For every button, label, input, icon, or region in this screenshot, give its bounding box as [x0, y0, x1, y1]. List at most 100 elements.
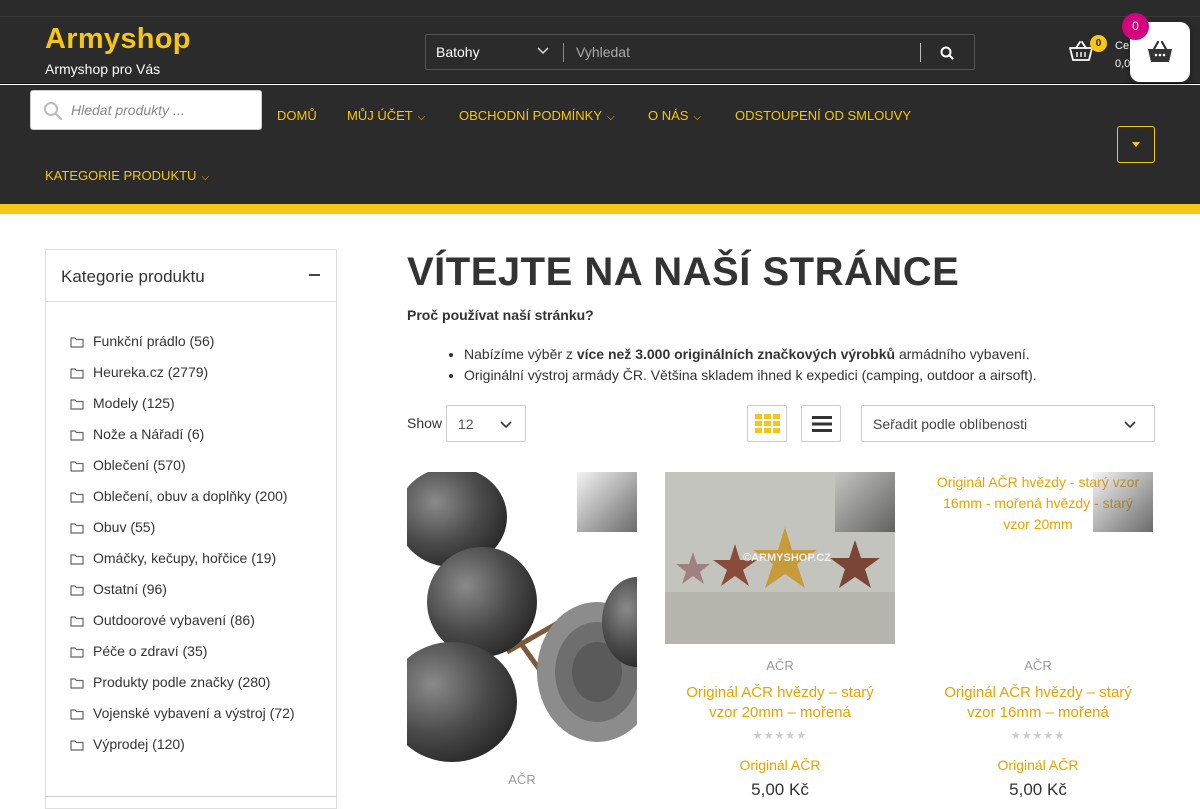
floating-cart-count: 0 [1122, 13, 1149, 40]
category-item[interactable]: Oblečení (570) [70, 457, 295, 488]
product-image[interactable]: Originál AČR hvězdy - starý vzor 16mm - … [923, 472, 1153, 644]
nav-item-about[interactable]: O NÁS ⌵ [648, 108, 701, 123]
bullet-text: Nabízíme výběr z [464, 346, 577, 362]
nav-item-label: DOMŮ [277, 108, 317, 123]
category-count: (125) [142, 395, 175, 411]
product-name[interactable]: Originál AČR hvězdy – starý vzor 20mm – … [665, 683, 895, 723]
grid-view-button[interactable] [747, 405, 787, 442]
nav-item-label: KATEGORIE PRODUKTU [45, 168, 197, 183]
product-brand[interactable]: AČR [665, 658, 895, 673]
folder-icon [70, 492, 84, 503]
product-search-box [30, 90, 262, 130]
folder-icon [70, 585, 84, 596]
page-title: VÍTEJTE NA NAŠÍ STRÁNCE [407, 250, 960, 294]
nav-item-label: MŮJ ÚČET [347, 108, 413, 123]
intro-question: Proč používat naší stránku? [407, 307, 594, 323]
site-logo[interactable]: Armyshop [45, 23, 191, 56]
search-icon[interactable] [934, 43, 960, 63]
category-count: (2779) [167, 364, 209, 380]
rating-stars: ★★★★★ [752, 730, 808, 742]
list-icon [812, 416, 832, 432]
header-search-bar: Batohy [425, 34, 975, 70]
category-item[interactable]: Omáčky, kečupy, hořčice (19) [70, 550, 295, 581]
nav-menu-toggle[interactable] [1117, 126, 1155, 163]
main-navigation: DOMŮ MŮJ ÚČET ⌵ OBCHODNÍ PODMÍNKY ⌵ O NÁS ⌵… [0, 85, 1200, 204]
bullet-bold-text: více než 3.000 originálních značkových v… [576, 346, 896, 362]
show-label: Show [407, 415, 443, 431]
intro-bullet: Nabízíme výběr z více než 3.000 originál… [464, 344, 1037, 365]
bullet-text: armádního vybavení. [895, 346, 1030, 362]
search-category-select[interactable]: Batohy [436, 44, 480, 60]
product-overlay [835, 472, 895, 532]
product-subname[interactable]: Originál AČR [923, 757, 1153, 773]
product-overlay [1093, 472, 1153, 532]
category-item[interactable]: Ostatní (96) [70, 581, 295, 612]
category-label: Oblečení [93, 457, 150, 473]
category-item[interactable]: Nože a Nářadí (6) [70, 426, 295, 457]
product-search-input[interactable] [71, 99, 251, 121]
category-item[interactable]: Produkty podle značky (280) [70, 674, 295, 705]
chevron-down-icon [500, 421, 512, 429]
folder-icon [70, 461, 84, 472]
folder-icon [70, 399, 84, 410]
search-icon [44, 102, 63, 121]
folder-icon [70, 647, 84, 658]
sort-select[interactable]: Seřadit podle oblíbenosti [861, 405, 1155, 442]
category-label: Ostatní [93, 581, 139, 597]
category-count: (96) [142, 581, 167, 597]
cart-label: Ce [1115, 40, 1130, 52]
nav-item-label: OBCHODNÍ PODMÍNKY [459, 108, 603, 123]
category-label: Outdoorové vybavení [93, 612, 227, 628]
collapse-icon[interactable] [309, 274, 320, 276]
category-count: (86) [229, 612, 255, 628]
category-label: Omáčky, kečupy, hořčice [93, 550, 248, 566]
chevron-down-icon: ⌵ [607, 112, 615, 123]
product-image[interactable]: ©ARMYSHOP.CZ [665, 472, 895, 644]
product-brand[interactable]: AČR [923, 658, 1153, 673]
category-count: (56) [189, 333, 215, 349]
category-item[interactable]: Péče o zdraví (35) [70, 643, 295, 674]
nav-item-terms[interactable]: OBCHODNÍ PODMÍNKY ⌵ [459, 108, 615, 123]
per-page-select[interactable]: 12 [446, 405, 526, 442]
category-item[interactable]: Obuv (55) [70, 519, 295, 550]
category-item[interactable]: Funkční prádlo (56) [70, 333, 295, 364]
product-image[interactable] [407, 472, 637, 762]
category-item[interactable]: Modely (125) [70, 395, 295, 426]
folder-icon [70, 337, 84, 348]
category-count: (19) [251, 550, 277, 566]
category-item[interactable]: Vojenské vybavení a výstroj (72) [70, 705, 295, 736]
folder-icon [70, 523, 84, 534]
product-card[interactable]: AČR [407, 472, 637, 802]
category-label: Nože a Nářadí [93, 426, 184, 442]
nav-item-my-account[interactable]: MŮJ ÚČET ⌵ [347, 108, 425, 123]
sort-value: Seřadit podle oblíbenosti [873, 416, 1028, 432]
category-label: Heureka.cz [93, 364, 164, 380]
list-view-button[interactable] [801, 405, 841, 442]
category-item[interactable]: Outdoorové vybavení (86) [70, 612, 295, 643]
cart-count-badge: 0 [1090, 35, 1107, 52]
category-item[interactable]: Výprodej (120) [70, 736, 295, 767]
category-item[interactable]: Oblečení, obuv a doplňky (200) [70, 488, 295, 519]
rating-stars: ★★★★★ [1010, 730, 1066, 742]
folder-icon [70, 430, 84, 441]
nav-item-home[interactable]: DOMŮ [277, 108, 317, 123]
category-item[interactable]: Heureka.cz (2779) [70, 364, 295, 395]
intro-bullets: Nabízíme výběr z více než 3.000 originál… [464, 344, 1037, 386]
header-search-input[interactable] [576, 39, 911, 65]
product-card[interactable]: Originál AČR hvězdy - starý vzor 16mm - … [923, 472, 1153, 802]
site-tagline: Armyshop pro Vás [45, 61, 161, 77]
product-price: 5,00 Kč [1009, 780, 1067, 799]
category-label: Modely [93, 395, 139, 411]
nav-item-withdrawal[interactable]: ODSTOUPENÍ OD SMLOUVY [735, 108, 911, 123]
chevron-down-icon: ⌵ [693, 112, 702, 123]
sidebar-divider [45, 796, 337, 797]
grid-icon [755, 414, 780, 433]
product-name[interactable]: Originál AČR hvězdy – starý vzor 16mm – … [923, 683, 1153, 723]
nav-item-product-categories[interactable]: KATEGORIE PRODUKTU ⌵ [45, 168, 209, 183]
product-brand[interactable]: AČR [407, 772, 637, 787]
sidebar-header[interactable]: Kategorie produktu [46, 250, 336, 302]
folder-icon [70, 616, 84, 627]
product-subname[interactable]: Originál AČR [665, 757, 895, 773]
product-card[interactable]: ©ARMYSHOP.CZ AČR Originál AČR hvězdy – s… [665, 472, 895, 802]
sidebar-title: Kategorie produktu [61, 267, 205, 286]
